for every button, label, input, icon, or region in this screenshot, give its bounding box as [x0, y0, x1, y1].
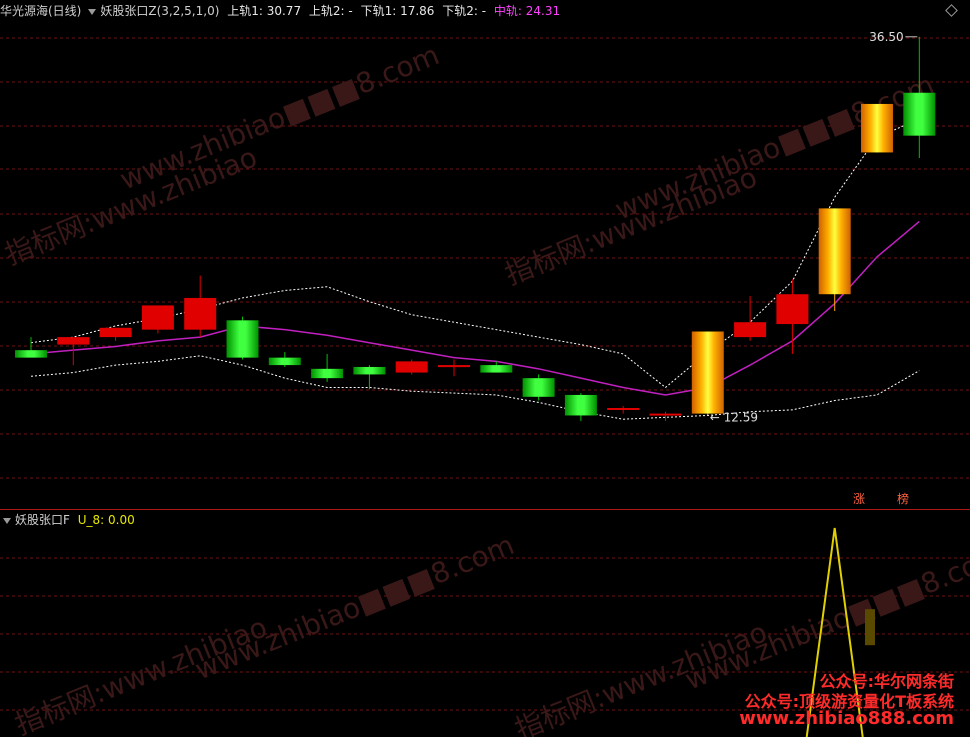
- candle-body: [776, 294, 809, 325]
- candle-body: [861, 103, 893, 153]
- candle-body: [438, 365, 470, 368]
- candle-body: [564, 394, 597, 416]
- candle-body: [607, 408, 640, 410]
- candle-body: [226, 320, 259, 358]
- candle-body: [353, 366, 386, 375]
- watermark-text: www.zhibiao■■■8.com: [190, 528, 519, 686]
- list-label: 榜: [897, 491, 909, 506]
- candle-body: [522, 378, 555, 397]
- low-price-label: ← 12.59: [710, 410, 758, 424]
- kline-chart[interactable]: 指标网:www.zhibiaowww.zhibiao■■■8.com指标网:ww…: [0, 0, 970, 737]
- watermark-text: www.zhibiao■■■8.com: [115, 38, 444, 196]
- candle-body: [311, 368, 344, 379]
- candle-body: [15, 350, 47, 358]
- candle-body: [818, 208, 851, 295]
- promo-site: www.zhibiao888.com: [739, 708, 954, 729]
- candle-body: [141, 305, 174, 330]
- candle-body: [268, 357, 301, 366]
- candle-body: [691, 331, 724, 414]
- list-label: 涨: [853, 491, 865, 506]
- candle-body: [734, 322, 767, 338]
- lower-band-line: [30, 355, 920, 420]
- candle-body: [903, 92, 936, 136]
- high-price-label: 36.50: [869, 30, 903, 44]
- candle-body: [480, 365, 513, 373]
- candle-body: [184, 297, 217, 330]
- candle-body: [395, 361, 428, 373]
- candle-body: [649, 413, 682, 416]
- signal-marker: [865, 609, 875, 646]
- candle-body: [57, 337, 90, 345]
- candle-body: [99, 327, 132, 338]
